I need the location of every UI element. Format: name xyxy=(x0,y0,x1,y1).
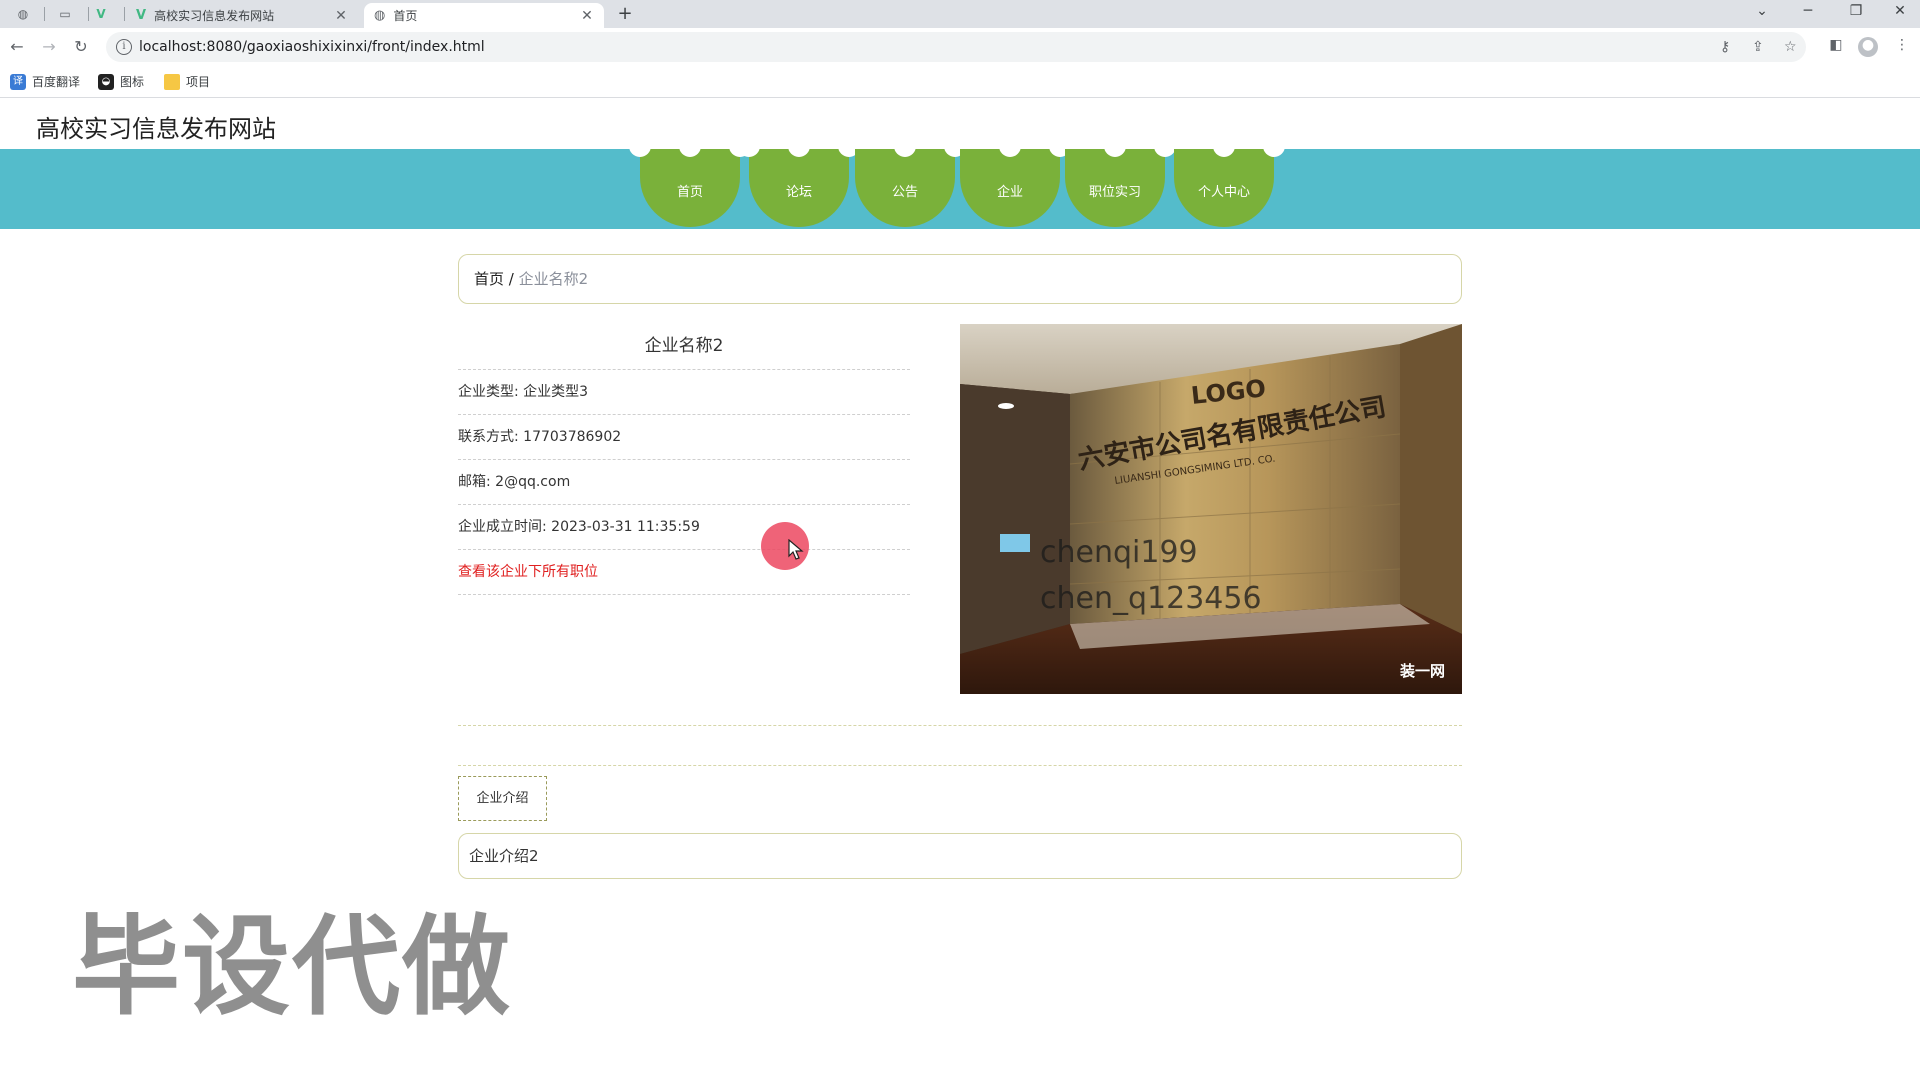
pinned-tab[interactable]: ▭ xyxy=(46,3,84,25)
company-name: 企业名称2 xyxy=(458,322,910,370)
site-title: 高校实习信息发布网站 xyxy=(36,115,276,143)
scallop xyxy=(679,143,701,157)
nav-label: 职位实习 xyxy=(1088,185,1141,200)
scallop xyxy=(788,143,810,157)
mouse-cursor-icon xyxy=(788,539,804,560)
company-photo: LOGO 六安市公司名有限责任公司 LIUANSHI GONGSIMING LT… xyxy=(960,324,1462,694)
profile-icon[interactable]: ● xyxy=(1858,37,1878,57)
company-intro-content: 企业介绍2 xyxy=(458,833,1462,879)
nav-label: 公告 xyxy=(891,185,918,200)
vue-icon[interactable]: V xyxy=(82,3,120,25)
company-info: 企业名称2 企业类型: 企业类型3 联系方式: 17703786902 邮箱: … xyxy=(458,322,910,595)
side-panel-icon[interactable]: ◧ xyxy=(1826,37,1846,57)
company-type-row: 企业类型: 企业类型3 xyxy=(458,370,910,415)
photo-overlay-line2: chen_q123456 xyxy=(1040,581,1262,616)
breadcrumb-separator: / xyxy=(504,270,519,288)
field-value: 17703786902 xyxy=(523,429,622,445)
nav-label: 个人中心 xyxy=(1197,185,1250,200)
close-icon[interactable]: ✕ xyxy=(334,8,348,24)
bookmark-label: 图标 xyxy=(120,75,145,89)
tab-title: 首页 xyxy=(393,9,418,23)
bookmark-icons[interactable]: ◒ 图标 xyxy=(98,73,144,90)
bookmarks-bar: 译 百度翻译 ◒ 图标 项目 xyxy=(0,66,1920,98)
contact-row: 联系方式: 17703786902 xyxy=(458,415,910,460)
field-label: 企业成立时间: xyxy=(458,519,552,535)
photo-brand-mark: 装一网 xyxy=(1399,662,1445,680)
share-icon[interactable]: ⇪ xyxy=(1752,39,1764,55)
field-value: 2@qq.com xyxy=(495,474,571,490)
translate-icon: 译 xyxy=(10,73,26,90)
new-tab-button[interactable]: + xyxy=(614,3,636,25)
info-icon[interactable]: i xyxy=(116,39,132,55)
bookmark-label: 百度翻译 xyxy=(32,75,81,89)
menu-icon[interactable]: ⋮ xyxy=(1892,37,1912,57)
watermark-text: 毕设代做 xyxy=(72,905,513,1030)
tab-home[interactable]: ◍ 首页 ✕ xyxy=(364,3,604,28)
globe-icon[interactable]: ◍ xyxy=(4,3,42,25)
back-icon[interactable]: ← xyxy=(6,36,28,58)
close-icon[interactable]: ✕ xyxy=(580,8,594,24)
scallop xyxy=(999,143,1021,157)
scallop xyxy=(894,143,916,157)
company-photo-image: LOGO 六安市公司名有限责任公司 LIUANSHI GONGSIMING LT… xyxy=(960,324,1462,694)
close-window-button[interactable]: ✕ xyxy=(1880,0,1920,24)
scallop xyxy=(1104,143,1126,157)
reload-icon[interactable]: ↻ xyxy=(70,36,92,58)
field-label: 企业类型: xyxy=(458,384,524,400)
vue-icon: V xyxy=(136,8,147,23)
browser-tab-strip: ◍ ▭ V V 高校实习信息发布网站 ✕ ◍ 首页 ✕ + ⌄ ─ ❐ ✕ xyxy=(0,0,1920,28)
tab-site[interactable]: V 高校实习信息发布网站 ✕ xyxy=(126,3,358,28)
bookmark-label: 项目 xyxy=(186,75,211,89)
section-divider xyxy=(458,725,1462,726)
minimize-button[interactable]: ─ xyxy=(1788,0,1828,24)
founded-row: 企业成立时间: 2023-03-31 11:35:59 xyxy=(458,505,910,550)
photo-overlay-line1: chenqi199 xyxy=(1040,535,1198,570)
bookmark-folder-project[interactable]: 项目 xyxy=(164,73,210,90)
breadcrumb-home[interactable]: 首页 xyxy=(474,270,504,288)
field-label: 邮箱: xyxy=(458,474,496,490)
section-divider xyxy=(458,765,1462,766)
view-all-jobs-link[interactable]: 查看该企业下所有职位 xyxy=(458,550,910,595)
scallop xyxy=(1213,143,1235,157)
tab-title: 高校实习信息发布网站 xyxy=(154,9,275,23)
star-icon[interactable]: ☆ xyxy=(1784,39,1797,55)
tab-separator xyxy=(124,7,125,21)
forward-icon[interactable]: → xyxy=(38,36,60,58)
nav-label: 企业 xyxy=(996,185,1023,200)
browser-toolbar: ← → ↻ i localhost:8080/gaoxiaoshixixinxi… xyxy=(0,28,1920,66)
breadcrumb: 首页 / 企业名称2 xyxy=(458,254,1462,304)
nav-label: 论坛 xyxy=(785,185,812,200)
globe-icon: ◍ xyxy=(374,8,386,23)
address-bar[interactable]: i localhost:8080/gaoxiaoshixixinxi/front… xyxy=(106,32,1806,62)
tab-separator xyxy=(44,7,45,21)
field-value: 2023-03-31 11:35:59 xyxy=(551,519,700,535)
tab-search-chevron-icon[interactable]: ⌄ xyxy=(1742,0,1782,24)
restore-button[interactable]: ❐ xyxy=(1836,0,1876,24)
nav-label: 首页 xyxy=(676,185,703,200)
breadcrumb-current: 企业名称2 xyxy=(518,270,589,288)
url-text[interactable]: localhost:8080/gaoxiaoshixixinxi/front/i… xyxy=(139,39,485,55)
email-row: 邮箱: 2@qq.com xyxy=(458,460,910,505)
iconfont-icon: ◒ xyxy=(98,73,114,90)
field-label: 联系方式: xyxy=(458,429,524,445)
field-value: 企业类型3 xyxy=(523,384,589,400)
tab-company-intro[interactable]: 企业介绍 xyxy=(458,776,547,821)
key-icon[interactable]: ⚷ xyxy=(1720,39,1730,55)
folder-icon xyxy=(164,73,180,90)
bookmark-baidu-translate[interactable]: 译 百度翻译 xyxy=(10,73,80,90)
